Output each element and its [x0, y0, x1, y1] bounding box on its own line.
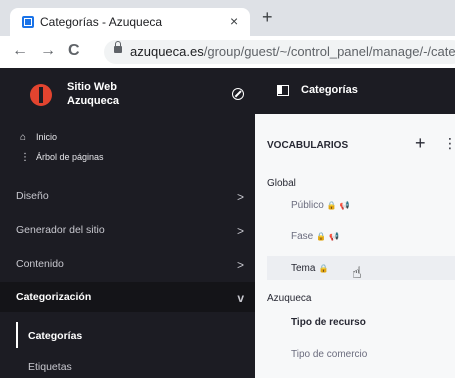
active-indicator — [16, 322, 18, 348]
url-domain: azuqueca.es — [130, 44, 204, 59]
site-name[interactable]: Sitio Web Azuqueca — [67, 80, 147, 108]
lock-icon: 🔒 — [326, 201, 337, 210]
vocabulary-label: Fase — [291, 231, 314, 242]
group-label-azuqueca: Azuqueca — [267, 293, 312, 304]
tab-title: Categorías - Azuqueca — [40, 15, 163, 29]
back-arrow-icon[interactable]: ← — [12, 42, 28, 60]
vocabulary-item-tipo-de-recurso[interactable]: Tipo de recurso — [291, 317, 366, 328]
megaphone-icon: 📢 — [339, 201, 350, 210]
sidebar-item-etiquetas[interactable]: Etiquetas — [28, 361, 72, 373]
home-icon: ⌂ — [20, 132, 27, 143]
chevron-down-icon: v — [237, 291, 244, 305]
group-label-global: Global — [267, 178, 296, 189]
sidebar-section-site-builder[interactable]: Generador del sitio > — [16, 224, 244, 238]
product-menu-sidebar: Sitio Web Azuqueca ⌂ Inicio ⋮ Árbol de pág… — [0, 68, 255, 378]
sidebar-section-content[interactable]: Contenido > — [16, 258, 244, 272]
lock-icon[interactable] — [114, 41, 122, 53]
sidebar-section-label: Generador del sitio — [16, 224, 105, 236]
url-path: /group/guest/~/control_panel/manage/-/ca… — [203, 44, 455, 59]
reload-icon[interactable]: C — [68, 42, 80, 60]
vocabulary-item-fase[interactable]: Fase 🔒 📢 — [291, 231, 339, 242]
close-tab-icon[interactable]: × — [230, 13, 238, 29]
sidebar-toggle-icon[interactable] — [277, 85, 289, 96]
page-title: Categorías — [301, 84, 358, 96]
forward-arrow-icon[interactable]: → — [40, 42, 56, 60]
new-tab-button[interactable]: + — [262, 7, 273, 27]
site-logo — [30, 84, 52, 106]
tree-icon: ⋮ — [20, 152, 30, 163]
sidebar-item-label: Inicio — [36, 132, 58, 142]
address-bar[interactable]: azuqueca.es/group/guest/~/control_panel/… — [104, 40, 455, 64]
url-text[interactable]: azuqueca.es/group/guest/~/control_panel/… — [130, 44, 455, 59]
sidebar-section-label: Categorización — [16, 291, 92, 303]
vocabulary-label: Tema — [291, 263, 316, 274]
sidebar-section-label: Diseño — [16, 190, 49, 202]
hand-cursor-icon: ☝ — [352, 265, 362, 282]
browser-toolbar: ← → C azuqueca.es/group/guest/~/control_… — [0, 36, 455, 69]
chevron-right-icon: > — [236, 190, 244, 204]
sidebar-section-label: Contenido — [16, 258, 64, 270]
site-favicon-icon — [22, 16, 34, 28]
add-vocabulary-button[interactable]: + — [415, 134, 426, 152]
vocabularies-panel: VOCABULARIOS + ⋮ Global Público 🔒 📢 Fase 🔒 📢… — [255, 114, 455, 378]
sidebar-item-label: Árbol de páginas — [36, 152, 104, 162]
sidebar-item-inicio[interactable]: ⌂ Inicio — [20, 132, 57, 143]
browser-tab-bar: Categorías - Azuqueca × + — [0, 0, 455, 36]
browser-tab[interactable]: Categorías - Azuqueca × — [10, 8, 250, 36]
vocabulary-item-publico[interactable]: Público 🔒 📢 — [291, 200, 350, 211]
vocabulary-item-tema[interactable]: Tema 🔒 — [291, 263, 328, 274]
control-menu: Categorías — [255, 68, 455, 114]
compass-icon[interactable] — [232, 88, 244, 100]
sidebar-section-categorization[interactable]: Categorización v — [16, 291, 244, 305]
sidebar-section-diseno[interactable]: Diseño > — [16, 190, 244, 204]
vocabulary-item-tipo-de-comercio[interactable]: Tipo de comercio — [291, 349, 367, 360]
vocabulary-label: Público — [291, 200, 324, 211]
vocabularies-heading: VOCABULARIOS — [267, 140, 349, 151]
chevron-right-icon: > — [236, 224, 244, 238]
sidebar-item-categorias[interactable]: Categorías — [28, 330, 82, 342]
options-kebab-icon[interactable]: ⋮ — [443, 134, 455, 152]
lock-icon: 🔒 — [316, 232, 327, 241]
lock-icon: 🔒 — [318, 264, 329, 273]
sidebar-item-page-tree[interactable]: ⋮ Árbol de páginas — [20, 152, 104, 163]
chevron-right-icon: > — [236, 258, 244, 272]
megaphone-icon: 📢 — [329, 232, 340, 241]
